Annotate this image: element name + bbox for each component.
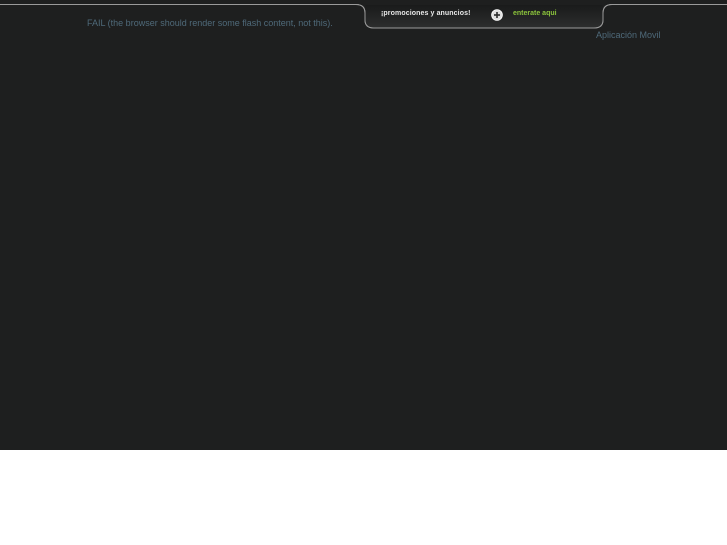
flash-fallback-message: FAIL (the browser should render some fla… — [87, 18, 333, 28]
page: FAIL (the browser should render some fla… — [0, 0, 727, 545]
flash-content-area — [0, 0, 727, 450]
mobile-app-link[interactable]: Aplicación Movil — [596, 30, 661, 40]
promo-more-link[interactable]: enterate aqui — [513, 10, 557, 17]
plus-circle-icon[interactable] — [491, 9, 503, 21]
promo-label: ¡promociones y anuncios! — [381, 10, 471, 17]
